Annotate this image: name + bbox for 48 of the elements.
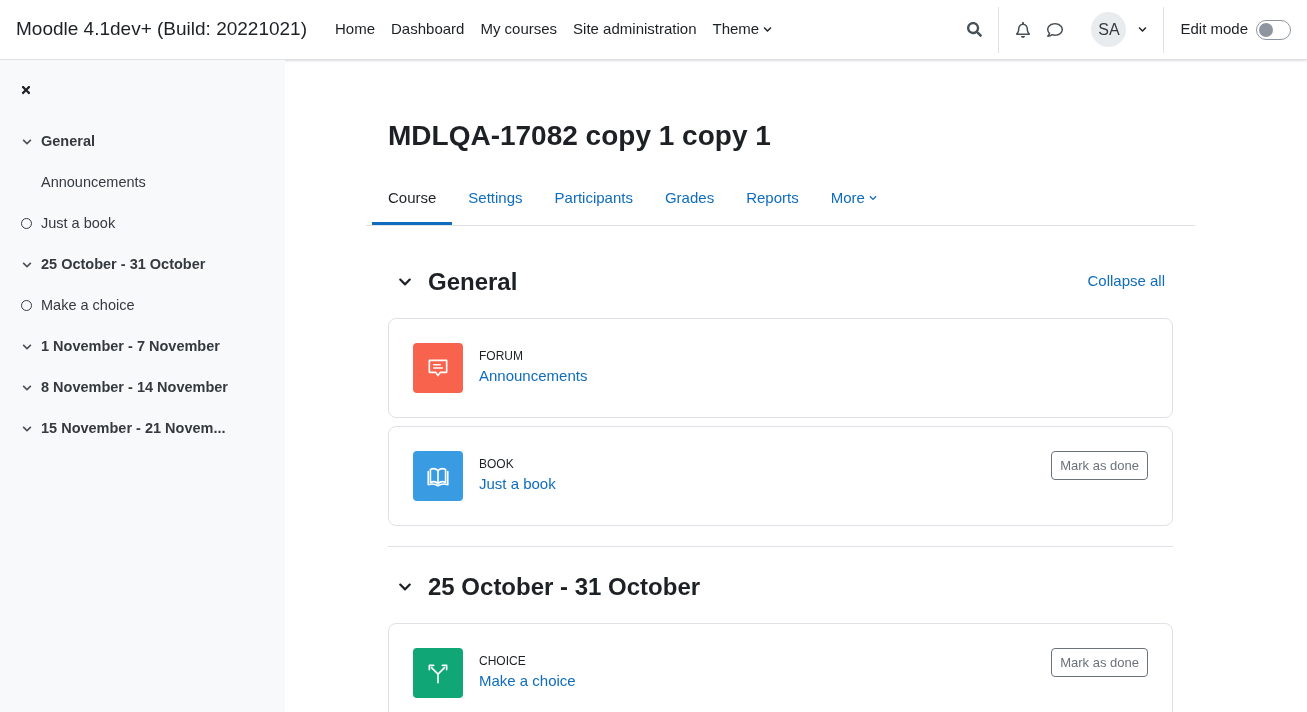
section-title: 25 October - 31 October bbox=[428, 571, 701, 602]
course-index-section[interactable]: 1 November - 7 November bbox=[41, 335, 220, 358]
section-title: General bbox=[428, 266, 518, 297]
activity-type: BOOK bbox=[479, 456, 515, 474]
nav-link[interactable]: Site administration bbox=[573, 18, 697, 41]
course-tab[interactable]: Reports bbox=[730, 175, 815, 225]
activity-type: CHOICE bbox=[479, 653, 527, 671]
nav-link[interactable]: Home bbox=[335, 18, 376, 41]
course-tab[interactable]: Participants bbox=[538, 175, 649, 225]
course-index-activity[interactable]: Announcements bbox=[41, 171, 146, 194]
forum-icon bbox=[413, 342, 463, 393]
activity-link[interactable]: Announcements bbox=[479, 365, 588, 388]
collapse-all-link[interactable]: Collapse all bbox=[1087, 270, 1165, 293]
page-title: MDLQA-17082 copy 1 copy 1 bbox=[388, 119, 772, 153]
nav-link[interactable]: Dashboard bbox=[391, 18, 465, 41]
search-icon[interactable] bbox=[967, 22, 983, 37]
bell-icon[interactable] bbox=[1015, 21, 1032, 38]
nav-link[interactable]: Theme bbox=[712, 18, 773, 41]
activity-link[interactable]: Just a book bbox=[479, 473, 556, 496]
course-index-activity[interactable]: Just a book bbox=[41, 212, 116, 235]
chat-icon[interactable] bbox=[1047, 21, 1064, 38]
course-index-section[interactable]: General bbox=[41, 130, 95, 153]
activity-link[interactable]: Make a choice bbox=[479, 670, 576, 693]
site-name[interactable]: Moodle 4.1dev+ (Build: 20221021) bbox=[16, 15, 307, 44]
close-icon[interactable] bbox=[20, 84, 32, 96]
course-index-section[interactable]: 8 November - 14 November bbox=[41, 376, 228, 399]
caret-icon[interactable] bbox=[1138, 25, 1148, 34]
nav-link[interactable]: My courses bbox=[480, 18, 558, 41]
chevron-icon[interactable] bbox=[21, 341, 32, 352]
course-index-section[interactable]: 15 November - 21 Novem... bbox=[41, 417, 226, 440]
chevron-icon[interactable] bbox=[21, 136, 32, 147]
course-tab[interactable]: Grades bbox=[648, 175, 731, 225]
user-avatar[interactable]: SA bbox=[1091, 12, 1127, 47]
mark-as-done-button[interactable]: Mark as done bbox=[1051, 450, 1148, 480]
course-tab[interactable]: Course bbox=[372, 175, 453, 225]
activity-type: FORUM bbox=[479, 348, 524, 366]
course-index-activity[interactable]: Make a choice bbox=[41, 294, 135, 317]
choice-icon bbox=[413, 647, 463, 698]
course-tab[interactable]: Settings bbox=[452, 175, 539, 225]
course-tab[interactable]: More bbox=[814, 175, 893, 225]
mark-as-done-button[interactable]: Mark as done bbox=[1051, 647, 1148, 677]
edit-mode-label: Edit mode bbox=[1180, 19, 1248, 40]
chevron-icon[interactable] bbox=[21, 423, 32, 434]
course-index-section[interactable]: 25 October - 31 October bbox=[41, 253, 206, 276]
chevron-icon[interactable] bbox=[21, 259, 32, 270]
edit-mode-toggle[interactable] bbox=[1256, 19, 1291, 40]
book-icon bbox=[413, 450, 463, 501]
chevron-icon[interactable] bbox=[21, 382, 32, 393]
